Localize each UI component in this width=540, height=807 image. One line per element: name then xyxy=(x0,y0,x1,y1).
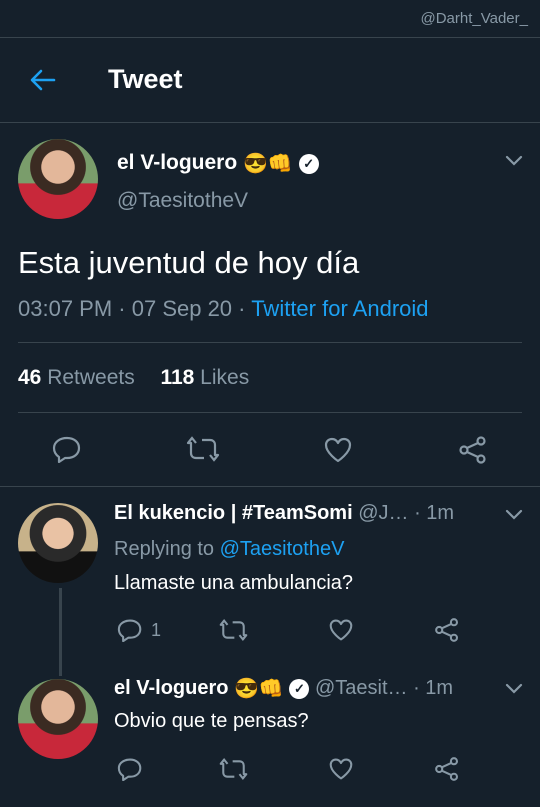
emoji: 😎👊 xyxy=(243,153,293,175)
share-icon[interactable] xyxy=(458,435,488,465)
like-icon[interactable] xyxy=(328,757,354,781)
tweet-date: 07 Sep 20 xyxy=(131,296,233,321)
like-icon[interactable] xyxy=(328,618,354,642)
share-icon[interactable] xyxy=(434,617,460,643)
divider xyxy=(0,486,540,487)
reply-count: 1 xyxy=(151,620,162,640)
retweets-label: Retweets xyxy=(47,366,135,389)
separator: · xyxy=(232,296,252,321)
divider xyxy=(0,37,540,38)
avatar[interactable] xyxy=(18,503,98,583)
verified-badge-icon: ✓ xyxy=(298,153,319,174)
back-arrow-icon[interactable] xyxy=(28,65,58,95)
watermark: @Darht_Vader_ xyxy=(420,10,528,27)
chevron-down-icon[interactable] xyxy=(505,509,523,521)
tweet-text: Esta juventud de hoy día xyxy=(18,245,360,280)
chevron-down-icon[interactable] xyxy=(505,155,523,167)
display-name[interactable]: el V-loguero xyxy=(117,151,237,174)
share-icon[interactable] xyxy=(434,756,460,782)
handle[interactable]: @J… xyxy=(358,502,408,524)
avatar[interactable] xyxy=(18,679,98,759)
reply-icon[interactable] xyxy=(117,618,143,642)
reply-text: Llamaste una ambulancia? xyxy=(114,572,354,594)
header-divider xyxy=(0,122,540,123)
reply-time: · 1m xyxy=(414,502,455,524)
handle[interactable]: @Taesit… xyxy=(315,677,408,699)
separator: · xyxy=(112,296,132,321)
retweet-icon[interactable] xyxy=(219,617,248,643)
reply-icon[interactable] xyxy=(52,435,82,463)
likes-stat[interactable]: 118 Likes xyxy=(160,366,249,389)
divider xyxy=(18,412,522,413)
avatar[interactable] xyxy=(18,139,98,219)
display-name[interactable]: El kukencio | #TeamSomi xyxy=(114,502,353,524)
retweets-stat[interactable]: 46 Retweets xyxy=(18,366,135,389)
likes-count: 118 xyxy=(160,366,195,389)
replying-handle[interactable]: @TaesitotheV xyxy=(220,538,345,560)
tweet-meta: 03:07 PM · 07 Sep 20 · Twitter for Andro… xyxy=(18,296,429,322)
retweet-icon[interactable] xyxy=(186,434,220,464)
handle[interactable]: @TaesitotheV xyxy=(117,189,248,213)
divider xyxy=(18,342,522,343)
tweet-source[interactable]: Twitter for Android xyxy=(251,296,428,321)
tweet-time: 03:07 PM xyxy=(18,296,113,321)
reply-text: Obvio que te pensas? xyxy=(114,710,309,732)
likes-label: Likes xyxy=(200,366,250,389)
replying-to: Replying to @TaesitotheV xyxy=(114,538,344,561)
verified-badge-icon: ✓ xyxy=(289,678,310,699)
page-title: Tweet xyxy=(108,64,183,94)
reply-icon[interactable] xyxy=(117,757,143,781)
emoji: 😎👊 xyxy=(234,678,284,700)
tweet-stats: 46 Retweets 118 Likes xyxy=(18,366,249,390)
reply-author-line: el V-loguero 😎👊 ✓ @Taesit… · 1m xyxy=(114,676,494,701)
reply-author-line: El kukencio | #TeamSomi @J… · 1m xyxy=(114,502,494,525)
retweets-count: 46 xyxy=(18,366,42,389)
like-icon[interactable] xyxy=(323,436,353,464)
reply-time: · 1m xyxy=(413,676,454,699)
chevron-down-icon[interactable] xyxy=(505,683,523,695)
replying-label: Replying to xyxy=(114,538,215,560)
thread-line xyxy=(59,588,62,676)
author-line: el V-loguero 😎👊 ✓ xyxy=(117,151,319,176)
display-name[interactable]: el V-loguero xyxy=(114,677,228,699)
retweet-icon[interactable] xyxy=(219,756,248,782)
